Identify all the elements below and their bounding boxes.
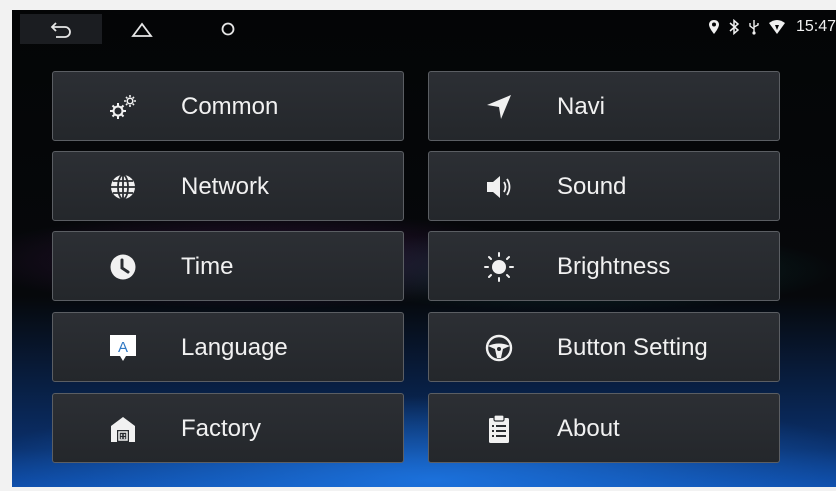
menu-item-label: Network (181, 173, 270, 200)
steering-wheel-icon (479, 329, 519, 367)
menu-item-button-setting[interactable]: Button Setting (428, 312, 780, 382)
menu-item-time[interactable]: Time (52, 231, 404, 301)
wifi-icon (768, 20, 785, 34)
menu-item-language[interactable]: A Language (52, 312, 404, 382)
status-icons: 15:47 (708, 10, 836, 44)
home-icon (131, 22, 153, 37)
menu-item-network[interactable]: Network (52, 151, 404, 221)
clipboard-icon (479, 410, 519, 448)
sun-icon (479, 248, 519, 286)
navigation-arrow-icon (479, 88, 519, 126)
menu-item-label: Factory (181, 415, 262, 442)
location-icon (708, 20, 719, 34)
recent-apps-button[interactable] (208, 14, 248, 44)
menu-item-factory[interactable]: Factory (52, 393, 404, 463)
home-button[interactable] (116, 14, 168, 44)
factory-icon (103, 410, 143, 448)
menu-item-navi[interactable]: Navi (428, 71, 780, 141)
language-icon: A (103, 329, 143, 367)
menu-item-label: Language (181, 334, 288, 361)
menu-item-brightness[interactable]: Brightness (428, 231, 780, 301)
menu-item-label: Brightness (557, 253, 671, 280)
speaker-icon (479, 168, 519, 206)
back-button[interactable] (20, 14, 102, 44)
menu-item-common[interactable]: Common (52, 71, 404, 141)
gears-icon (103, 88, 143, 126)
menu-item-label: Button Setting (557, 334, 708, 361)
back-icon (50, 22, 71, 38)
menu-item-about[interactable]: About (428, 393, 780, 463)
bluetooth-icon (729, 19, 740, 35)
clock-icon (103, 248, 143, 286)
status-bar: 15:47 (12, 10, 836, 50)
globe-icon (103, 168, 143, 206)
svg-text:A: A (118, 339, 128, 356)
menu-item-label: Time (181, 253, 234, 280)
menu-item-sound[interactable]: Sound (428, 151, 780, 221)
menu-item-label: Common (181, 93, 279, 120)
usb-icon (749, 20, 759, 35)
menu-item-label: Navi (557, 93, 606, 120)
status-clock: 15:47 (795, 18, 836, 35)
menu-item-label: About (557, 415, 620, 442)
settings-screen: 15:47 Common Network Time A Language Fac… (12, 10, 836, 487)
menu-item-label: Sound (557, 173, 627, 200)
recent-apps-icon (221, 22, 235, 36)
